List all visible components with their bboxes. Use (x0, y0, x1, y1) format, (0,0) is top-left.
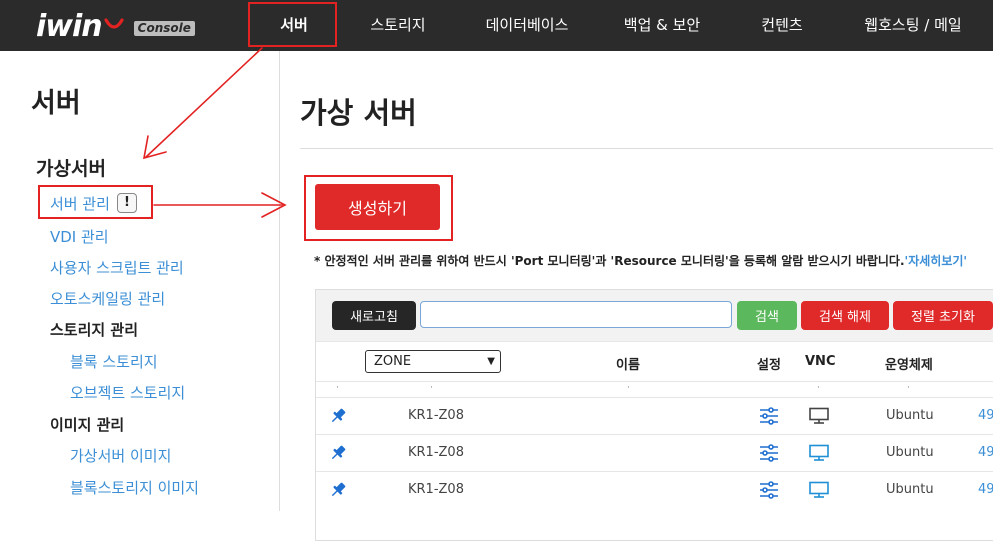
table-row[interactable]: KR1-Z08 Ubuntu 49 (316, 471, 993, 509)
title-divider (300, 148, 993, 149)
sidebar-item-block-storage[interactable]: 블록 스토리지 (70, 351, 158, 372)
monitor-icon[interactable] (808, 481, 830, 499)
column-header-name[interactable]: 이름 (616, 354, 640, 373)
annotation-box-server-manage (38, 185, 153, 219)
row-os: Ubuntu (886, 408, 934, 423)
server-list-toolbar: 새로고침 검색 검색 해제 정렬 초기화 (316, 290, 993, 341)
annotation-box-nav-server (248, 2, 337, 47)
main-nav: 서버 스토리지 데이터베이스 백업 & 보안 컨텐츠 웹호스팅 / 메일 (0, 0, 993, 51)
monitor-icon[interactable] (808, 407, 830, 425)
sidebar-item-vm-image[interactable]: 가상서버 이미지 (70, 445, 171, 466)
sidebar-subheader-image: 이미지 관리 (50, 416, 125, 434)
row-ip-link[interactable]: 49 (978, 408, 993, 423)
sidebar-item-block-storage-image[interactable]: 블록스토리지 이미지 (70, 477, 199, 498)
column-header-settings: 설정 (757, 358, 781, 373)
sidebar-subheader-storage: 스토리지 관리 (50, 321, 139, 339)
sort-dot: · (817, 383, 820, 393)
pin-icon[interactable] (328, 406, 348, 426)
reset-sort-button[interactable]: 정렬 초기화 (893, 301, 993, 330)
sidebar-group-virtual-server: 가상서버 (36, 158, 106, 180)
column-header-vnc: VNC (805, 354, 836, 369)
notice-text: * 안정적인 서버 관리를 위하여 반드시 'Port 모니터링'과 'Reso… (314, 254, 905, 268)
sidebar-item-user-script[interactable]: 사용자 스크립트 관리 (50, 257, 184, 278)
nav-tab-contents[interactable]: 컨텐츠 (744, 0, 820, 51)
notice-more-link[interactable]: '자세히보기' (905, 254, 968, 268)
refresh-button[interactable]: 새로고침 (332, 301, 416, 330)
sidebar: 서버 가상서버 서버 관리 ! VDI 관리 사용자 스크립트 관리 오토스케일… (0, 51, 280, 511)
nav-tab-webhosting-mail[interactable]: 웹호스팅 / 메일 (848, 0, 978, 51)
zone-select[interactable]: ZONE ▼ (365, 350, 501, 373)
table-header: ZONE ▼ 이름 설정 VNC 운영체제 (316, 341, 993, 382)
nav-tab-storage[interactable]: 스토리지 (352, 0, 444, 51)
nav-tab-database[interactable]: 데이터베이스 (472, 0, 582, 51)
sidebar-item-autoscaling[interactable]: 오토스케일링 관리 (50, 288, 165, 309)
server-list-panel: 새로고침 검색 검색 해제 정렬 초기화 ZONE ▼ 이름 설정 VNC 운영… (315, 289, 993, 541)
sidebar-title: 서버 (31, 88, 81, 119)
top-navigation-bar: iwin Console 서버 스토리지 데이터베이스 백업 & 보안 컨텐츠 … (0, 0, 993, 51)
table-row[interactable]: KR1-Z08 Ubuntu 49 (316, 397, 993, 435)
chevron-down-icon: ▼ (487, 356, 495, 367)
column-header-os[interactable]: 운영체제 (885, 354, 933, 373)
sidebar-item-object-storage[interactable]: 오브젝트 스토리지 (70, 382, 185, 403)
pin-icon[interactable] (328, 480, 348, 500)
search-button[interactable]: 검색 (737, 301, 797, 330)
row-zone: KR1-Z08 (408, 408, 464, 423)
nav-tab-backup-security[interactable]: 백업 & 보안 (604, 0, 720, 51)
monitoring-notice: * 안정적인 서버 관리를 위하여 반드시 'Port 모니터링'과 'Reso… (314, 252, 993, 269)
pin-icon[interactable] (328, 443, 348, 463)
settings-sliders-icon[interactable] (758, 481, 780, 499)
row-ip-link[interactable]: 49 (978, 482, 993, 497)
table-row[interactable]: KR1-Z08 Ubuntu 49 (316, 434, 993, 472)
sort-dot: · (336, 383, 339, 393)
sort-dot: · (907, 383, 910, 393)
row-ip-link[interactable]: 49 (978, 445, 993, 460)
create-button[interactable]: 생성하기 (315, 184, 440, 230)
row-os: Ubuntu (886, 482, 934, 497)
row-zone: KR1-Z08 (408, 445, 464, 460)
monitor-icon[interactable] (808, 444, 830, 462)
row-os: Ubuntu (886, 445, 934, 460)
settings-sliders-icon[interactable] (758, 444, 780, 462)
clear-search-button[interactable]: 검색 해제 (801, 301, 889, 330)
search-input[interactable] (420, 301, 732, 328)
settings-sliders-icon[interactable] (758, 407, 780, 425)
table-sort-row: · · · · · (316, 381, 993, 398)
sidebar-item-vdi[interactable]: VDI 관리 (50, 226, 109, 247)
page-title: 가상 서버 (300, 96, 417, 130)
zone-select-value: ZONE (374, 354, 412, 369)
row-zone: KR1-Z08 (408, 482, 464, 497)
sort-dot: · (627, 383, 630, 393)
sort-dot: · (430, 383, 433, 393)
